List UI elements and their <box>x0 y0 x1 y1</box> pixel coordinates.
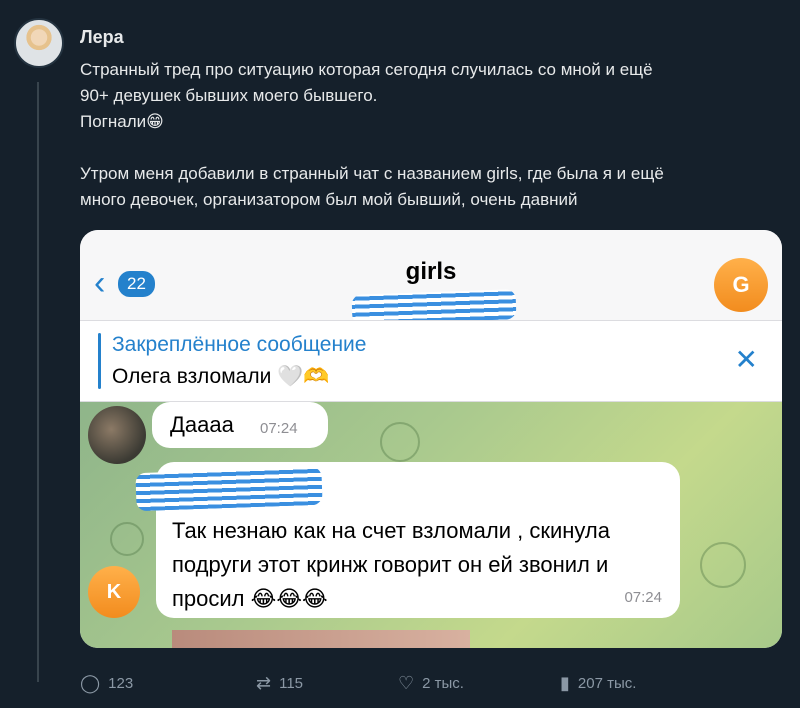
views-button[interactable]: ▮ 207 тыс. <box>560 674 636 692</box>
attached-screenshot[interactable]: ‹ 22 girls G Закреплённое сообщение Олег… <box>80 230 782 648</box>
reply-count: 123 <box>108 674 134 692</box>
tweet-line: Странный тред про ситуацию которая сегод… <box>80 60 653 79</box>
redaction-scribble <box>135 466 323 512</box>
media-preview[interactable] <box>172 630 470 648</box>
tweet-actions: ◯ 123 ⇄ 115 ♡ 2 тыс. ▮ 207 тыс. <box>80 670 780 700</box>
like-button[interactable]: ♡ 2 тыс. <box>398 674 464 692</box>
tweet-line: много девочек, организатором был мой быв… <box>80 190 578 209</box>
pinned-bar <box>98 333 101 389</box>
tweet-line: Утром меня добавили в странный чат с наз… <box>80 164 664 183</box>
message-text: Дaaaa <box>170 412 234 437</box>
pinned-title: Закреплённое сообщение <box>112 333 367 356</box>
reply-button[interactable]: ◯ 123 <box>80 674 133 692</box>
chat-header: ‹ 22 girls G <box>80 230 782 325</box>
views-count: 207 тыс. <box>577 674 637 692</box>
pinned-message[interactable]: Закреплённое сообщение Олега взломали 🤍🫶… <box>80 320 782 402</box>
retweet-icon: ⇄ <box>256 673 272 693</box>
message-text: Так незнаю как на счет взломали , скинул… <box>172 518 610 611</box>
pinned-text: Олега взломали 🤍🫶 <box>112 365 330 388</box>
heart-icon: ♡ <box>398 673 415 693</box>
message-bubble[interactable]: Дaaaa 07:24 <box>152 402 328 448</box>
message-time: 07:24 <box>260 420 298 437</box>
chat-title: girls <box>405 258 457 285</box>
close-icon[interactable]: ✕ <box>735 343 758 376</box>
sender-avatar[interactable]: K <box>88 566 140 618</box>
chat-avatar[interactable]: G <box>714 258 768 312</box>
thread-line <box>37 82 39 682</box>
tweet-text: Странный тред про ситуацию которая сегод… <box>80 57 780 213</box>
sender-avatar[interactable] <box>88 406 146 464</box>
retweet-count: 115 <box>279 674 304 692</box>
tweet-line: 90+ девушек бывших моего бывшего. <box>80 86 378 105</box>
reply-icon: ◯ <box>80 673 101 693</box>
retweet-button[interactable]: ⇄ 115 <box>256 674 303 692</box>
tweet-line: Погнали😁 <box>80 112 164 131</box>
like-count: 2 тыс. <box>422 674 464 692</box>
message-time: 07:24 <box>624 589 662 606</box>
author-name[interactable]: Лера <box>80 27 124 48</box>
views-icon: ▮ <box>560 673 570 693</box>
author-avatar[interactable] <box>14 18 64 68</box>
